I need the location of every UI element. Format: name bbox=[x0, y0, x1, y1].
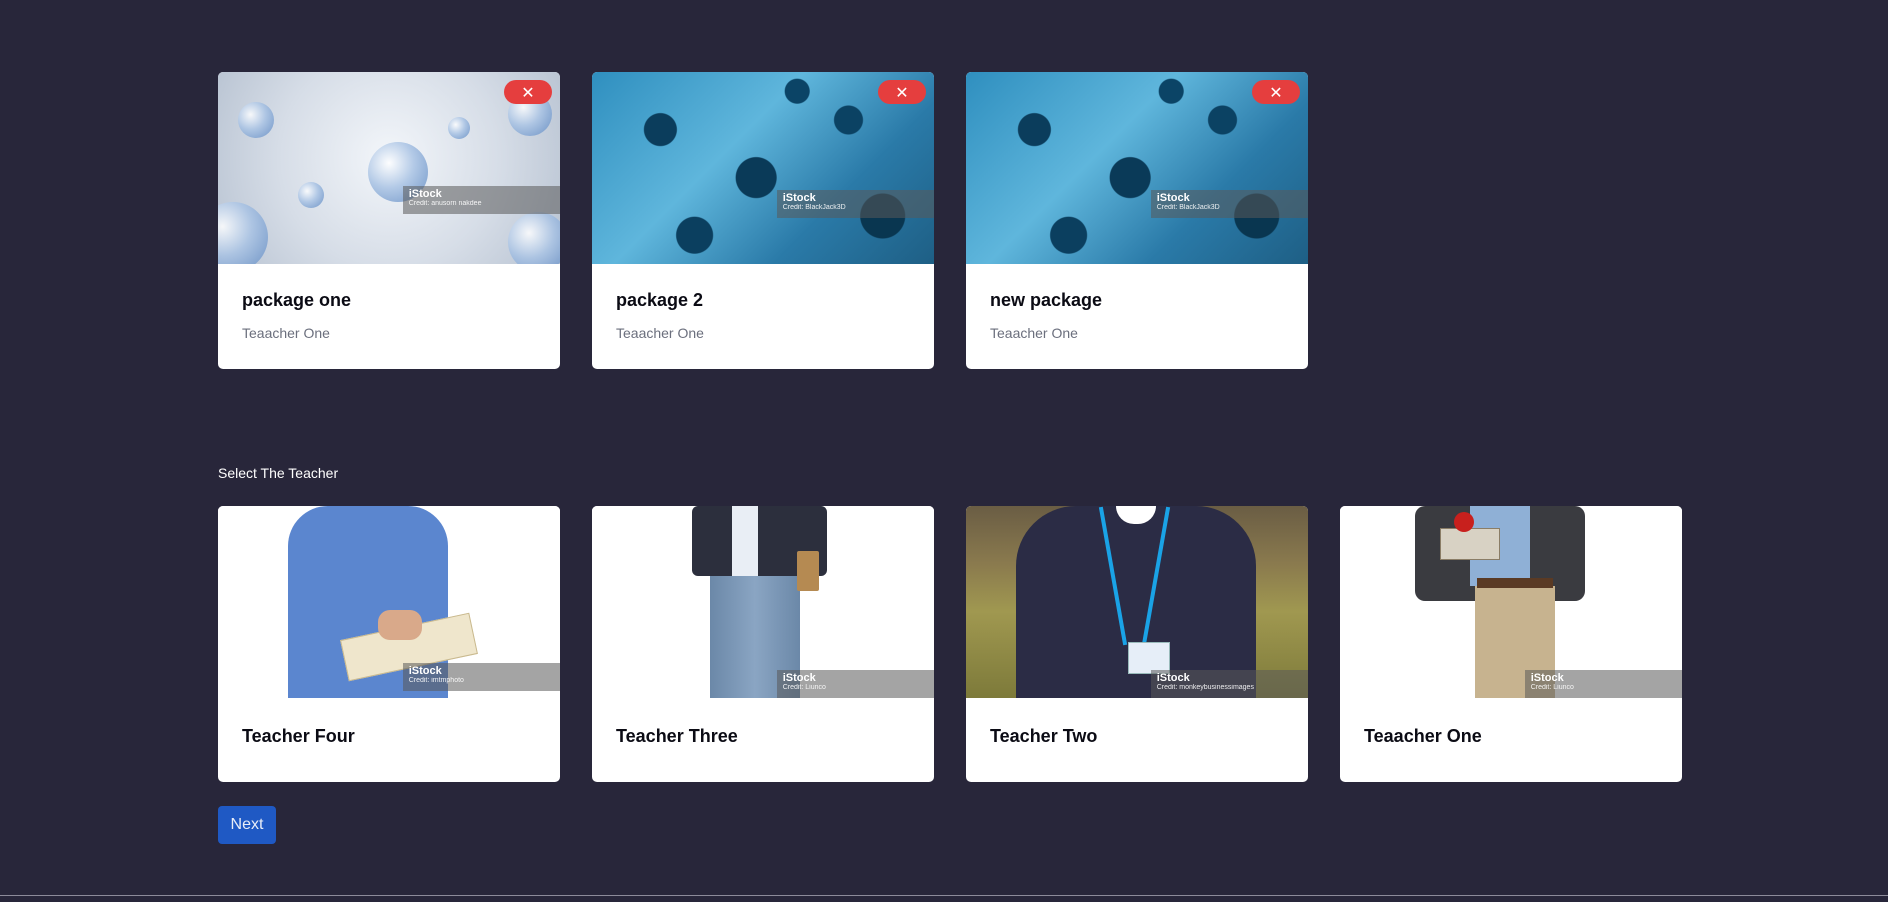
package-image: iStock Credit: anusorn nakdee ✕ bbox=[218, 72, 560, 264]
package-teacher: Teaacher One bbox=[616, 325, 704, 341]
watermark: iStock Credit: anusorn nakdee bbox=[402, 186, 560, 214]
teacher-card[interactable]: iStock Credit: Liunco Teaacher One bbox=[1340, 506, 1682, 782]
teacher-name: Teacher Three bbox=[616, 726, 738, 746]
close-icon: ✕ bbox=[1269, 83, 1283, 102]
close-icon: ✕ bbox=[895, 83, 909, 102]
watermark: iStock Credit: monkeybusinessimages bbox=[1150, 670, 1308, 698]
remove-package-button[interactable]: ✕ bbox=[878, 80, 926, 104]
package-title: new package bbox=[990, 290, 1103, 310]
teacher-photo: iStock Credit: monkeybusinessimages bbox=[966, 506, 1308, 698]
watermark: iStock Credit: BlackJack3D bbox=[1150, 190, 1308, 218]
teacher-photo: iStock Credit: imtmphoto bbox=[218, 506, 560, 698]
teacher-card[interactable]: iStock Credit: monkeybusinessimages Teach… bbox=[966, 506, 1308, 782]
package-teacher: Teaacher One bbox=[990, 325, 1078, 341]
select-teacher-heading: Select The Teacher bbox=[218, 465, 339, 481]
watermark: iStock Credit: Liunco bbox=[776, 670, 934, 698]
close-icon: ✕ bbox=[521, 83, 535, 102]
divider bbox=[0, 895, 1888, 896]
teacher-card[interactable]: iStock Credit: imtmphoto Teacher Four bbox=[218, 506, 560, 782]
watermark: iStock Credit: BlackJack3D bbox=[776, 190, 934, 218]
teacher-name: Teacher Two bbox=[990, 726, 1098, 746]
package-title: package 2 bbox=[616, 290, 704, 310]
package-card[interactable]: iStock Credit: anusorn nakdee ✕ package o… bbox=[218, 72, 560, 369]
package-teacher: Teaacher One bbox=[242, 325, 330, 341]
teacher-photo: iStock Credit: Liunco bbox=[592, 506, 934, 698]
package-card[interactable]: iStock Credit: BlackJack3D ✕ package 2 Te… bbox=[592, 72, 934, 369]
next-button[interactable]: Next bbox=[218, 806, 276, 844]
package-image: iStock Credit: BlackJack3D ✕ bbox=[966, 72, 1308, 264]
teacher-name: Teaacher One bbox=[1364, 726, 1482, 746]
remove-package-button[interactable]: ✕ bbox=[504, 80, 552, 104]
teacher-name: Teacher Four bbox=[242, 726, 355, 746]
package-title: package one bbox=[242, 290, 352, 310]
teacher-photo: iStock Credit: Liunco bbox=[1340, 506, 1682, 698]
watermark: iStock Credit: Liunco bbox=[1524, 670, 1682, 698]
package-card[interactable]: iStock Credit: BlackJack3D ✕ new package … bbox=[966, 72, 1308, 369]
remove-package-button[interactable]: ✕ bbox=[1252, 80, 1300, 104]
package-list: iStock Credit: anusorn nakdee ✕ package o… bbox=[218, 72, 1308, 369]
package-image: iStock Credit: BlackJack3D ✕ bbox=[592, 72, 934, 264]
watermark: iStock Credit: imtmphoto bbox=[402, 663, 560, 691]
teacher-card[interactable]: iStock Credit: Liunco Teacher Three bbox=[592, 506, 934, 782]
teacher-list: iStock Credit: imtmphoto Teacher Four iSt… bbox=[218, 506, 1682, 782]
